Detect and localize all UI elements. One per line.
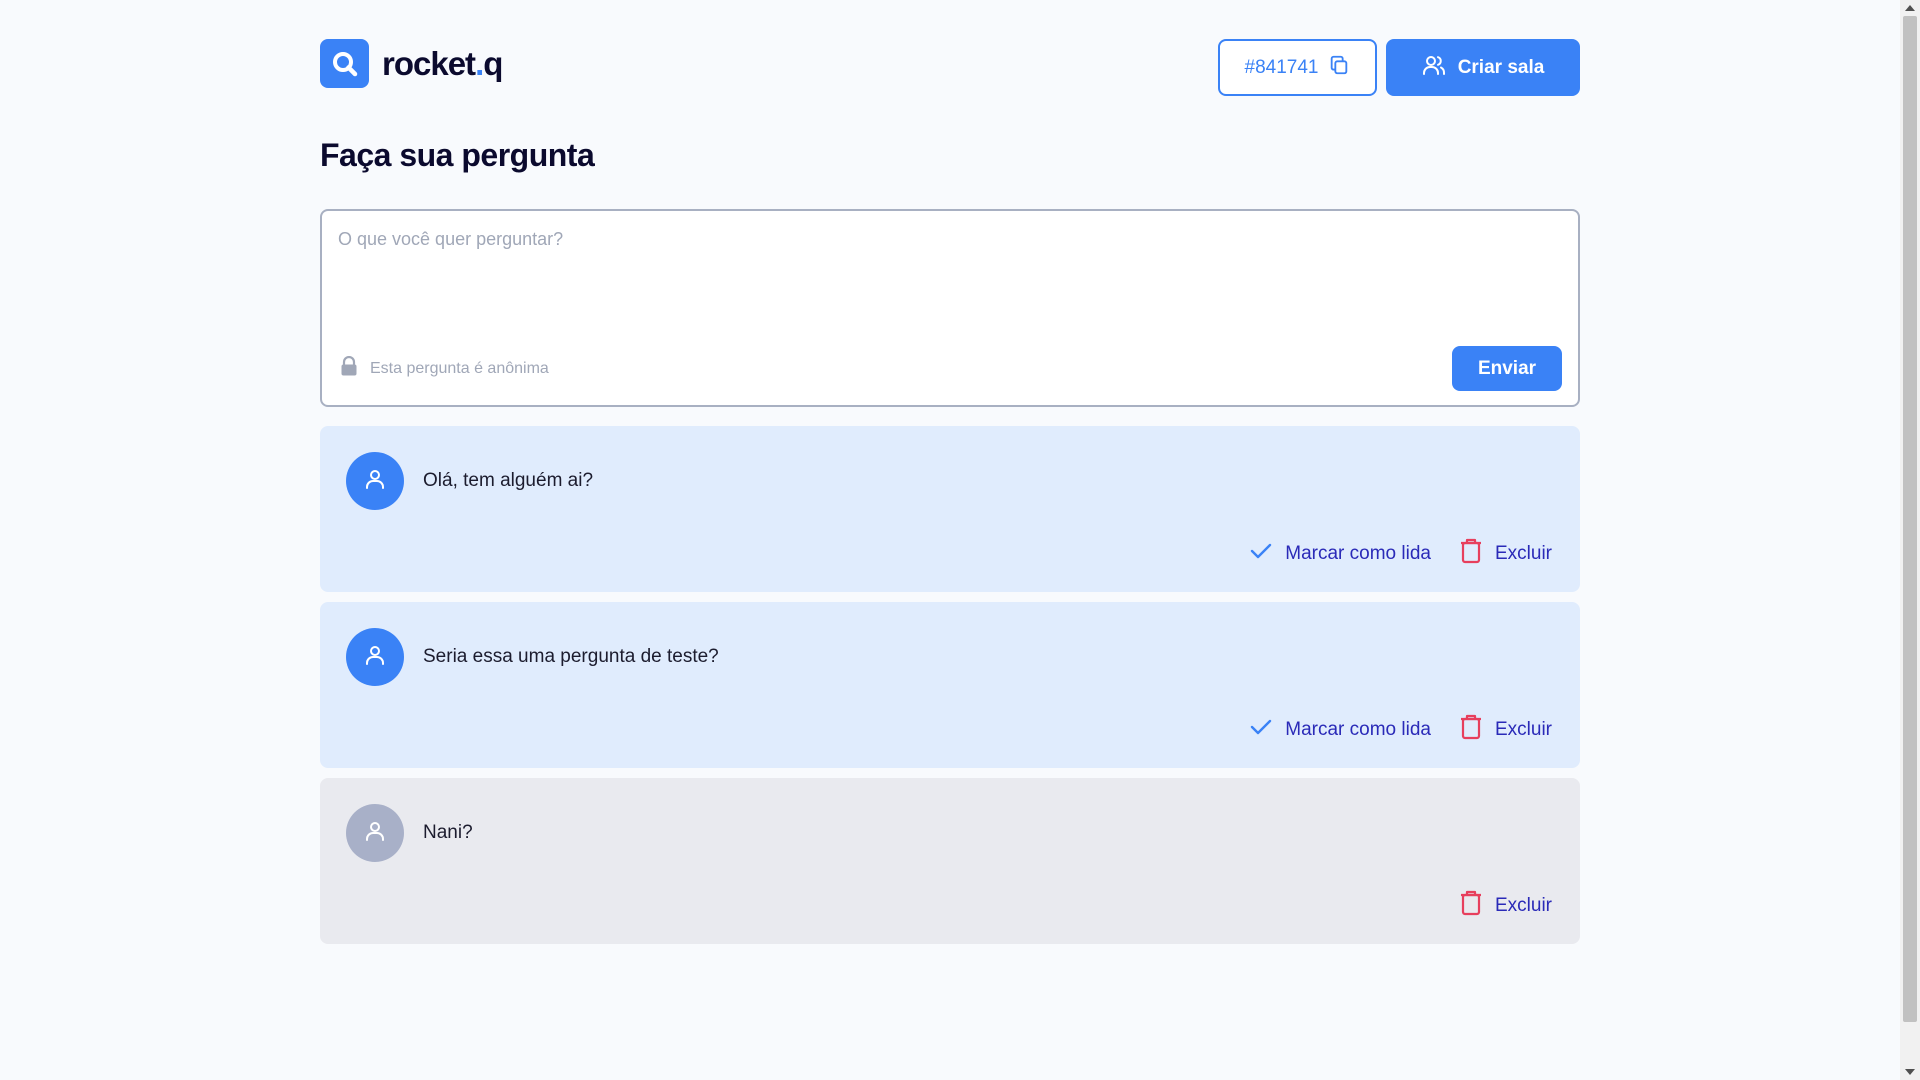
question-text: Seria essa uma pergunta de teste? [423,646,719,667]
top-header: rocket.q #841741 Criar sala [320,39,1580,96]
trash-icon [1459,890,1483,922]
vertical-scrollbar[interactable] [1900,0,1920,1080]
user-icon [363,643,387,672]
question-input[interactable] [338,229,1558,309]
delete-button[interactable]: Excluir [1459,538,1552,570]
create-room-button[interactable]: Criar sala [1386,39,1580,96]
magnifier-logo-icon [320,39,369,88]
trash-icon [1459,714,1483,746]
question-actions: Marcar como lida Excluir [1249,538,1552,570]
question-card-read: Nani? Excluir [320,778,1580,944]
room-code-button[interactable]: #841741 [1218,39,1377,96]
mark-as-read-label: Marcar como lida [1285,719,1431,740]
question-actions: Marcar como lida Excluir [1249,714,1552,746]
scroll-down-arrow-icon[interactable] [1905,1069,1915,1075]
question-actions: Excluir [1459,890,1552,922]
users-icon [1422,53,1446,83]
anonymous-notice: Esta pergunta é anônima [340,355,549,381]
question-text: Olá, tem alguém ai? [423,470,594,491]
question-card: Olá, tem alguém ai? Marcar como lida Exc… [320,426,1580,592]
room-code-label: #841741 [1244,56,1319,78]
mark-as-read-button[interactable]: Marcar como lida [1249,715,1431,745]
brand-name: rocket.q [382,44,503,82]
question-form: Esta pergunta é anônima Enviar [320,209,1580,407]
lock-icon [340,355,358,381]
mark-as-read-label: Marcar como lida [1285,543,1431,564]
scrollbar-thumb[interactable] [1903,16,1917,1022]
avatar [346,628,404,686]
brand-logo[interactable]: rocket.q [320,39,503,88]
page-title: Faça sua pergunta [320,137,595,173]
delete-label: Excluir [1494,543,1552,564]
create-room-label: Criar sala [1457,56,1545,78]
user-icon [363,819,387,848]
trash-icon [1459,538,1483,570]
delete-button[interactable]: Excluir [1459,714,1552,746]
delete-label: Excluir [1494,719,1552,740]
user-icon [363,467,387,496]
mark-as-read-button[interactable]: Marcar como lida [1249,539,1431,569]
check-icon [1249,715,1273,745]
avatar [346,452,404,510]
send-button[interactable]: Enviar [1452,346,1562,391]
delete-label: Excluir [1494,895,1552,916]
copy-icon [1328,54,1350,82]
anonymous-note-text: Esta pergunta é anônima [370,359,549,377]
question-text: Nani? [423,822,473,843]
scroll-up-arrow-icon[interactable] [1905,5,1915,11]
question-card: Seria essa uma pergunta de teste? Marcar… [320,602,1580,768]
delete-button[interactable]: Excluir [1459,890,1552,922]
avatar [346,804,404,862]
check-icon [1249,539,1273,569]
